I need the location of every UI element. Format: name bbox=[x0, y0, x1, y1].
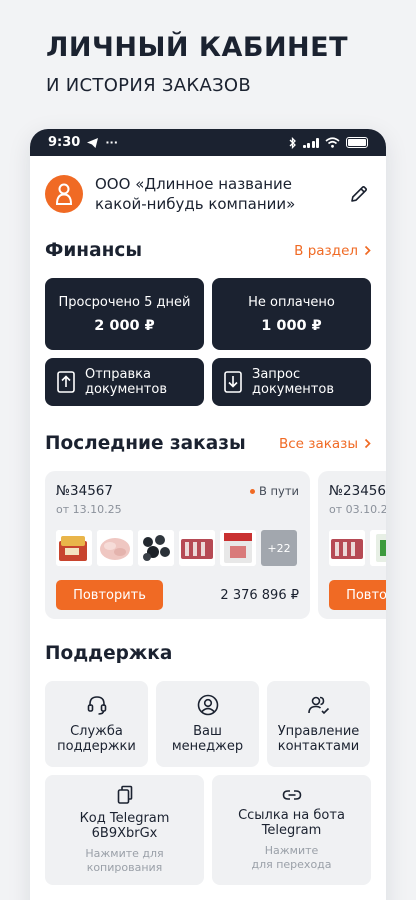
manage-contacts-line1: Управление bbox=[277, 724, 360, 739]
product-thumb bbox=[138, 530, 174, 566]
users-check-icon bbox=[307, 696, 329, 715]
hero: ЛИЧНЫЙ КАБИНЕТ И ИСТОРИЯ ЗАКАЗОВ bbox=[46, 32, 348, 96]
chevron-right-icon bbox=[364, 245, 371, 256]
company-header: ООО «Длинное название какой-нибудь компа… bbox=[45, 174, 371, 214]
pencil-icon bbox=[351, 186, 367, 202]
manage-contacts-button[interactable]: Управление контактами bbox=[267, 681, 370, 767]
order-status-label: В пути bbox=[258, 484, 299, 498]
hero-subtitle: И ИСТОРИЯ ЗАКАЗОВ bbox=[46, 75, 252, 96]
avatar[interactable] bbox=[45, 175, 83, 213]
product-thumb bbox=[56, 530, 92, 566]
manager-button[interactable]: Ваш менеджер bbox=[156, 681, 259, 767]
finance-title: Финансы bbox=[45, 240, 143, 261]
support-grid: Служба поддержки Ваш менеджер Управление… bbox=[45, 681, 371, 767]
orders-carousel[interactable]: №34567 В пути от 13.10.25 +22 Повторить … bbox=[45, 471, 386, 619]
send-documents-line2: документов bbox=[85, 382, 167, 397]
more-products-badge[interactable]: +22 bbox=[261, 530, 297, 566]
support-title: Поддержка bbox=[45, 643, 173, 664]
product-thumb bbox=[179, 530, 215, 566]
order-date: от 03.10.25 bbox=[329, 503, 386, 516]
hero-title: ЛИЧНЫЙ КАБИНЕТ bbox=[46, 32, 349, 63]
telegram-code-line1: Код Telegram bbox=[79, 811, 170, 826]
order-number: №34567 bbox=[56, 483, 113, 499]
edit-button[interactable] bbox=[347, 182, 371, 206]
link-icon bbox=[282, 790, 301, 800]
telegram-bot-line2: Telegram bbox=[261, 823, 322, 838]
manager-line2: менеджер bbox=[171, 739, 244, 754]
overdue-card[interactable]: Просрочено 5 дней 2 000 ₽ bbox=[45, 278, 204, 350]
send-documents-button[interactable]: Отправка документов bbox=[45, 358, 204, 406]
order-card[interactable]: №23456 от 03.10.25 Повторить bbox=[318, 471, 386, 619]
support-service-line1: Служба bbox=[70, 724, 123, 739]
download-icon bbox=[224, 371, 242, 393]
telegram-bot-link-button[interactable]: Ссылка на бота Telegram Нажмите для пере… bbox=[212, 775, 371, 885]
order-status: В пути bbox=[249, 484, 299, 498]
support-service-button[interactable]: Служба поддержки bbox=[45, 681, 148, 767]
battery-icon bbox=[346, 137, 368, 148]
order-date: от 13.10.25 bbox=[56, 503, 122, 516]
telegram-bot-hint2: для перехода bbox=[251, 858, 332, 871]
request-documents-line2: документов bbox=[252, 382, 334, 397]
order-sum: 2 376 896 ₽ bbox=[220, 587, 299, 603]
copy-icon bbox=[117, 785, 132, 804]
wifi-icon bbox=[325, 137, 340, 148]
status-time: 9:30 bbox=[48, 135, 81, 150]
manage-contacts-line2: контактами bbox=[277, 739, 360, 754]
telegram-code-hint2: копирования bbox=[86, 861, 163, 874]
bluetooth-icon bbox=[289, 136, 296, 149]
order-number: №23456 bbox=[329, 483, 386, 499]
order-products: +22 bbox=[56, 530, 299, 566]
telegram-code-value: 6B9XbrGx bbox=[91, 826, 158, 841]
finance-link-label: В раздел bbox=[294, 242, 358, 259]
unpaid-amount: 1 000 ₽ bbox=[261, 317, 322, 334]
orders-header: Последние заказы Все заказы bbox=[45, 433, 371, 454]
overdue-amount: 2 000 ₽ bbox=[94, 317, 155, 334]
unpaid-card[interactable]: Не оплачено 1 000 ₽ bbox=[212, 278, 371, 350]
manager-line1: Ваш bbox=[193, 724, 222, 739]
overdue-label: Просрочено 5 дней bbox=[58, 294, 191, 310]
person-icon bbox=[197, 694, 218, 716]
telegram-bot-hint1: Нажмите bbox=[264, 844, 319, 857]
repeat-order-button[interactable]: Повторить bbox=[329, 580, 386, 610]
finance-header: Финансы В раздел bbox=[45, 240, 371, 261]
all-orders-label: Все заказы bbox=[279, 435, 358, 452]
support-service-line2: поддержки bbox=[57, 739, 136, 754]
status-dots: ··· bbox=[105, 136, 118, 149]
order-card[interactable]: №34567 В пути от 13.10.25 +22 Повторить … bbox=[45, 471, 310, 619]
status-dot bbox=[249, 488, 255, 494]
chevron-right-icon bbox=[364, 438, 371, 449]
signal-icon bbox=[302, 137, 319, 148]
telegram-grid: Код Telegram 6B9XbrGx Нажмите для копиро… bbox=[45, 775, 371, 885]
telegram-bot-line1: Ссылка на бота bbox=[238, 808, 345, 823]
finance-grid: Просрочено 5 дней 2 000 ₽ Не оплачено 1 … bbox=[45, 278, 371, 406]
company-name: ООО «Длинное название какой-нибудь компа… bbox=[95, 175, 296, 213]
orders-title: Последние заказы bbox=[45, 433, 246, 454]
unpaid-label: Не оплачено bbox=[248, 294, 335, 310]
request-documents-line1: Запрос bbox=[252, 367, 301, 382]
product-thumb bbox=[220, 530, 256, 566]
phone-screen: 9:30 ··· ООО «Длинное название какой-ниб… bbox=[30, 129, 386, 900]
send-documents-line1: Отправка bbox=[85, 367, 152, 382]
product-thumb bbox=[97, 530, 133, 566]
product-thumb bbox=[329, 530, 365, 566]
upload-icon bbox=[57, 371, 75, 393]
order-products bbox=[329, 530, 386, 566]
support-header: Поддержка bbox=[45, 643, 371, 664]
status-bar: 9:30 ··· bbox=[30, 129, 386, 156]
repeat-order-button[interactable]: Повторить bbox=[56, 580, 163, 610]
headset-icon bbox=[87, 696, 106, 715]
finance-section-link[interactable]: В раздел bbox=[294, 243, 371, 259]
telegram-send-icon bbox=[87, 137, 99, 148]
product-thumb bbox=[370, 530, 386, 566]
telegram-code-button[interactable]: Код Telegram 6B9XbrGx Нажмите для копиро… bbox=[45, 775, 204, 885]
telegram-code-hint1: Нажмите для bbox=[85, 847, 164, 860]
user-icon bbox=[55, 183, 73, 205]
all-orders-link[interactable]: Все заказы bbox=[279, 436, 371, 452]
request-documents-button[interactable]: Запрос документов bbox=[212, 358, 371, 406]
